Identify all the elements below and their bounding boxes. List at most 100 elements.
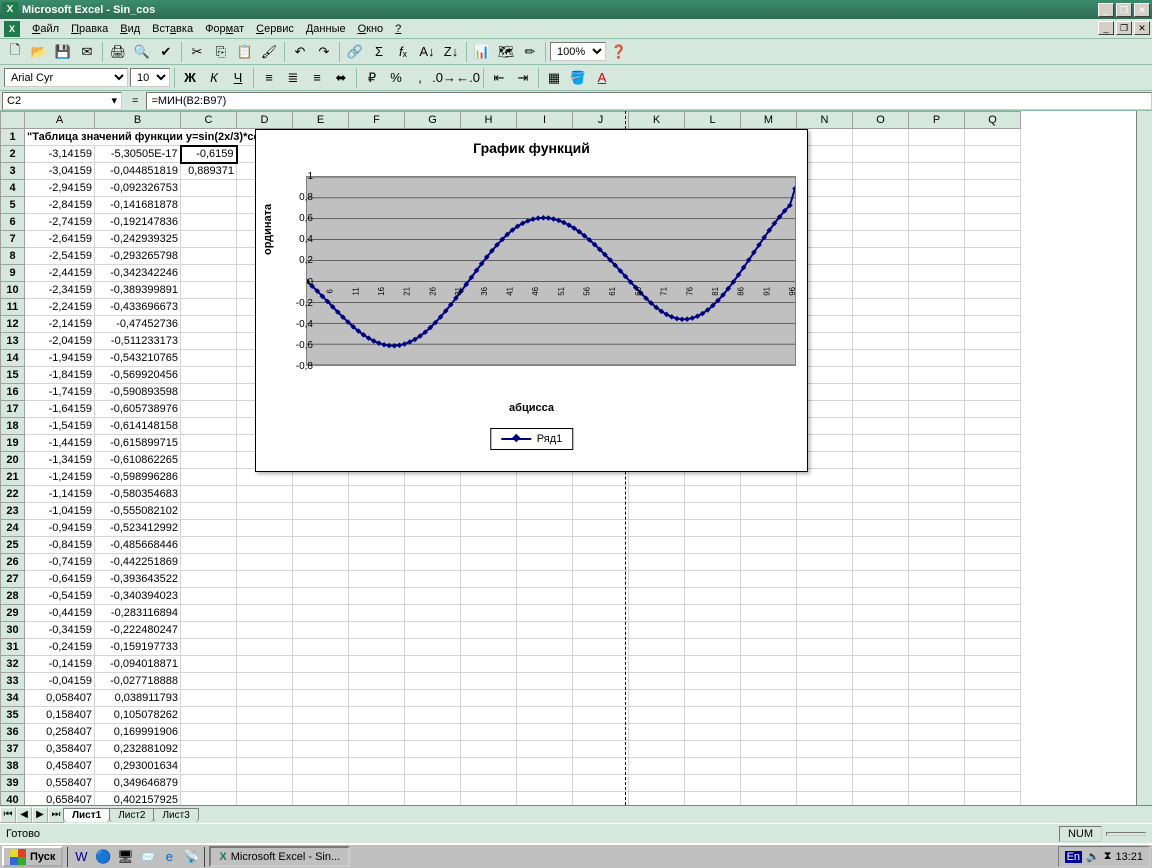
autosum-icon[interactable]: Σ bbox=[368, 41, 390, 63]
function-icon[interactable]: fₓ bbox=[392, 41, 414, 63]
separator bbox=[102, 42, 103, 62]
svg-text:36: 36 bbox=[480, 286, 489, 295]
save-icon[interactable]: 💾 bbox=[52, 41, 74, 63]
ql-nu-icon[interactable]: 🔵 bbox=[94, 848, 112, 866]
dec-decimal-icon[interactable]: ←.0 bbox=[457, 67, 479, 89]
format-painter-icon[interactable]: 🖌 bbox=[258, 41, 280, 63]
align-right-icon[interactable]: ≡ bbox=[306, 67, 328, 89]
sheet-tab-2[interactable]: Лист2 bbox=[109, 808, 154, 822]
volume-icon[interactable]: 🔈 bbox=[1086, 850, 1100, 863]
zoom-select[interactable]: 100% bbox=[550, 42, 606, 61]
comma-icon[interactable]: , bbox=[409, 67, 431, 89]
formula-bar[interactable]: =МИН(B2:B97) bbox=[146, 92, 1152, 110]
preview-icon[interactable]: 🔍 bbox=[131, 41, 153, 63]
minimize-button[interactable]: _ bbox=[1098, 3, 1114, 17]
italic-icon[interactable]: К bbox=[203, 67, 225, 89]
svg-text:61: 61 bbox=[608, 286, 617, 295]
inc-decimal-icon[interactable]: .0→ bbox=[433, 67, 455, 89]
worksheet-grid[interactable]: ABCDEFGHIJKLMNOPQ1"Таблица значений функ… bbox=[0, 111, 1152, 805]
tab-next-icon[interactable]: ▶ bbox=[32, 807, 48, 823]
sheet-tab-1[interactable]: Лист1 bbox=[63, 808, 110, 822]
bold-icon[interactable]: Ж bbox=[179, 67, 201, 89]
inc-indent-icon[interactable]: ⇥ bbox=[512, 67, 534, 89]
tab-last-icon[interactable]: ⏭ bbox=[48, 807, 64, 823]
ql-desktop-icon[interactable]: 🖥 bbox=[116, 848, 134, 866]
currency-icon[interactable]: ₽ bbox=[361, 67, 383, 89]
drawing-icon[interactable]: ✏ bbox=[519, 41, 541, 63]
ql-channels-icon[interactable]: 📡 bbox=[182, 848, 200, 866]
menu-tools[interactable]: Сервис bbox=[250, 21, 300, 37]
svg-text:6: 6 bbox=[326, 289, 335, 294]
svg-text:26: 26 bbox=[428, 286, 437, 295]
new-icon[interactable]: 🗋 bbox=[4, 41, 26, 63]
copy-icon[interactable]: ⎘ bbox=[210, 41, 232, 63]
menu-help[interactable]: ? bbox=[389, 21, 407, 37]
standard-toolbar: 🗋 📂 💾 ✉ 🖨 🔍 ✔ ✂ ⎘ 📋 🖌 ↶ ↷ 🔗 Σ fₓ A↓ Z↓ 📊… bbox=[0, 39, 1152, 65]
app-icon: X bbox=[2, 2, 18, 18]
merge-icon[interactable]: ⬌ bbox=[330, 67, 352, 89]
hyperlink-icon[interactable]: 🔗 bbox=[344, 41, 366, 63]
font-name-select[interactable]: Arial Cyr bbox=[4, 68, 128, 87]
ql-word-icon[interactable]: W bbox=[72, 848, 90, 866]
font-color-icon[interactable]: A bbox=[591, 67, 613, 89]
tray-icon[interactable]: ⧗ bbox=[1104, 850, 1112, 863]
redo-icon[interactable]: ↷ bbox=[313, 41, 335, 63]
chart-icon[interactable]: 📊 bbox=[471, 41, 493, 63]
legend-sample-icon bbox=[501, 438, 531, 440]
mdi-minimize[interactable]: _ bbox=[1098, 21, 1114, 35]
map-icon[interactable]: 🗺 bbox=[495, 41, 517, 63]
windows-logo-icon bbox=[10, 849, 26, 865]
horizontal-scrollbar[interactable] bbox=[209, 807, 1152, 823]
spell-icon[interactable]: ✔ bbox=[155, 41, 177, 63]
mdi-restore[interactable]: ❐ bbox=[1116, 21, 1132, 35]
dec-indent-icon[interactable]: ⇤ bbox=[488, 67, 510, 89]
svg-text:76: 76 bbox=[685, 286, 694, 295]
align-center-icon[interactable]: ≣ bbox=[282, 67, 304, 89]
chart-xlabel: абцисса bbox=[256, 402, 807, 414]
paste-icon[interactable]: 📋 bbox=[234, 41, 256, 63]
cut-icon[interactable]: ✂ bbox=[186, 41, 208, 63]
embedded-chart[interactable]: График функций ордината 1611162126313641… bbox=[255, 129, 808, 472]
sheet-tab-3[interactable]: Лист3 bbox=[153, 808, 198, 822]
underline-icon[interactable]: Ч bbox=[227, 67, 249, 89]
ql-ie-icon[interactable]: e bbox=[160, 848, 178, 866]
mail-icon[interactable]: ✉ bbox=[76, 41, 98, 63]
workbook-icon[interactable]: X bbox=[4, 21, 20, 37]
mdi-close[interactable]: ✕ bbox=[1134, 21, 1150, 35]
sort-desc-icon[interactable]: Z↓ bbox=[440, 41, 462, 63]
print-icon[interactable]: 🖨 bbox=[107, 41, 129, 63]
tab-first-icon[interactable]: ⏮ bbox=[0, 807, 16, 823]
sort-asc-icon[interactable]: A↓ bbox=[416, 41, 438, 63]
chart-legend: Ряд1 bbox=[490, 428, 573, 450]
undo-icon[interactable]: ↶ bbox=[289, 41, 311, 63]
borders-icon[interactable]: ▦ bbox=[543, 67, 565, 89]
menu-view[interactable]: Вид bbox=[114, 21, 146, 37]
menu-data[interactable]: Данные bbox=[300, 21, 352, 37]
fill-color-icon[interactable]: 🪣 bbox=[567, 67, 589, 89]
font-size-select[interactable]: 10 bbox=[130, 68, 170, 87]
help-icon[interactable]: ❓ bbox=[608, 41, 630, 63]
align-left-icon[interactable]: ≡ bbox=[258, 67, 280, 89]
close-button[interactable]: ✕ bbox=[1134, 3, 1150, 17]
menu-format[interactable]: Формат bbox=[199, 21, 250, 37]
svg-text:21: 21 bbox=[403, 286, 412, 295]
open-icon[interactable]: 📂 bbox=[28, 41, 50, 63]
ql-outlook-icon[interactable]: 📨 bbox=[138, 848, 156, 866]
status-num: NUM bbox=[1059, 826, 1102, 842]
svg-text:96: 96 bbox=[788, 286, 795, 295]
restore-button[interactable]: ❐ bbox=[1116, 3, 1132, 17]
menu-file[interactable]: Файл bbox=[26, 21, 65, 37]
menu-edit[interactable]: Правка bbox=[65, 21, 114, 37]
formula-bar-row: C2▾ = =МИН(B2:B97) bbox=[0, 91, 1152, 111]
chart-title: График функций bbox=[256, 130, 807, 162]
name-box[interactable]: C2▾ bbox=[2, 92, 122, 110]
clock: 13:21 bbox=[1115, 851, 1143, 863]
status-text: Готово bbox=[6, 828, 40, 840]
svg-text:1: 1 bbox=[307, 289, 309, 294]
vertical-scrollbar[interactable] bbox=[1136, 111, 1152, 805]
menu-insert[interactable]: Вставка bbox=[146, 21, 199, 37]
lang-indicator[interactable]: En bbox=[1065, 851, 1082, 863]
percent-icon[interactable]: % bbox=[385, 67, 407, 89]
tab-prev-icon[interactable]: ◀ bbox=[16, 807, 32, 823]
menu-window[interactable]: Окно bbox=[352, 21, 390, 37]
